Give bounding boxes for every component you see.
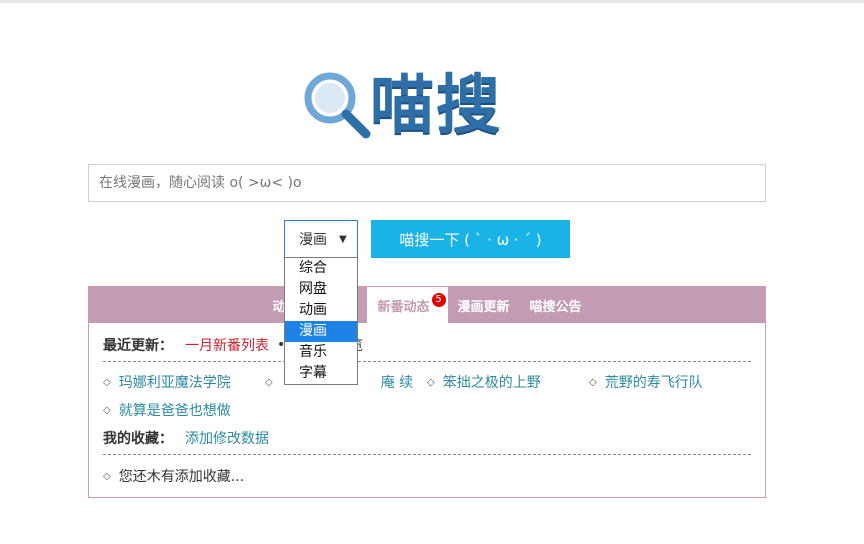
list-item[interactable]: ◇ 玛娜利亚魔法学院 [103,368,265,396]
diamond-icon: ◇ [265,376,273,388]
search-input[interactable] [88,164,766,202]
info-panel: 动漫资讯 荐 新番动态 5 漫画更新 喵搜公告 最近更新： 一月新番列表 • 览… [88,286,766,498]
divider [103,454,751,455]
top-border [0,0,864,3]
tab-announcements[interactable]: 喵搜公告 [520,287,592,323]
logo: 喵搜 [300,64,560,148]
favorites-row: 我的收藏： 添加修改数据 [103,428,751,448]
panel-content: 最近更新： 一月新番列表 • 览 ◇玛娜利亚魔法学院 ◇庵 续 ◇笨拙之极的上野… [89,323,765,491]
tab-new-anime[interactable]: 新番动态 5 [367,287,448,324]
option-music[interactable]: 音乐 [285,342,357,363]
favorites-label: 我的收藏： [103,431,173,447]
diamond-icon: ◇ [427,376,435,388]
option-anime[interactable]: 动画 [285,300,357,321]
logo-text: 喵搜 [370,69,502,143]
list-item[interactable]: ◇ 就算是爸爸也想做 [103,396,265,424]
recent-updates-row: 最近更新： 一月新番列表 • 览 [103,335,751,355]
category-select-value: 漫画 [299,232,327,248]
diamond-icon: ◇ [589,376,597,388]
panel-tabbar: 动漫资讯 荐 新番动态 5 漫画更新 喵搜公告 [89,287,765,324]
tab-manga-updates[interactable]: 漫画更新 [448,287,520,323]
option-all[interactable]: 综合 [285,258,357,279]
option-manga[interactable]: 漫画 [285,321,357,342]
edit-favorites-link[interactable]: 添加修改数据 [185,428,269,448]
diamond-icon: ◇ [103,470,111,482]
diamond-icon: ◇ [103,376,111,388]
search-button[interactable]: 喵搜一下 ( ` · ω · ´ ) [371,220,570,258]
category-dropdown-list: 综合 网盘 动画 漫画 音乐 字幕 [284,257,358,385]
notification-badge: 5 [431,293,446,307]
recent-link-new-anime-list[interactable]: 一月新番列表 [185,335,269,355]
caret-down-icon: ▼ [339,233,347,245]
recent-updates-label: 最近更新： [103,338,173,354]
list-item[interactable]: ◇ 荒野的寿飞行队 [589,368,751,396]
option-netdisk[interactable]: 网盘 [285,279,357,300]
diamond-icon: ◇ [103,404,111,416]
favorites-empty: ◇ 您还木有添加收藏... [103,469,245,485]
anime-list: ◇ 玛娜利亚魔法学院 ◇ 庵 续 ◇ 笨拙之极的上野 ◇ 荒野的寿飞行队 ◇ 就算是爸爸也… [103,368,751,424]
list-item[interactable]: ◇ 笨拙之极的上野 [427,368,589,396]
option-subtitles[interactable]: 字幕 [285,363,357,384]
category-select[interactable]: 漫画 ▼ [284,220,358,258]
divider [103,361,751,362]
